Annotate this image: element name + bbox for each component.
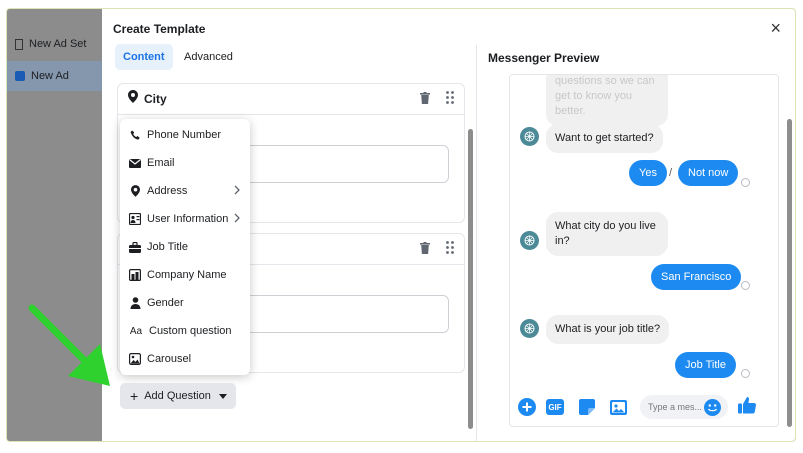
modal-title: Create Template <box>113 22 206 36</box>
briefcase-icon <box>129 241 141 253</box>
page-avatar-icon <box>520 319 539 338</box>
add-question-button[interactable]: + Add Question <box>120 383 236 409</box>
message-text: get to know you <box>555 90 633 102</box>
sidebar-item-label: New Ad <box>31 70 69 82</box>
person-icon <box>129 297 141 309</box>
menu-item-label: Gender <box>147 297 184 309</box>
user-info-icon <box>129 213 141 225</box>
content-scrollbar[interactable] <box>468 129 473 429</box>
quick-reply-not-now[interactable]: Not now <box>678 160 739 186</box>
message-text: better. <box>555 105 586 117</box>
ad-set-icon <box>15 38 23 50</box>
tab-advanced[interactable]: Advanced <box>176 44 241 70</box>
reply-separator: / <box>669 167 673 179</box>
page-avatar-icon <box>520 127 539 146</box>
sticker-icon[interactable] <box>578 398 596 416</box>
emoji-icon[interactable] <box>703 398 721 416</box>
message-bubble-incoming: What is your job title? <box>546 315 670 344</box>
gif-icon[interactable]: GIF <box>546 399 564 415</box>
menu-item-label: Job Title <box>147 241 188 253</box>
menu-item-address[interactable]: Address <box>120 180 250 202</box>
thumbs-up-icon[interactable] <box>738 396 756 414</box>
messenger-preview-panel: questions so we can get to know you bett… <box>509 74 779 427</box>
ad-icon <box>15 71 25 81</box>
page-avatar-icon <box>520 231 539 250</box>
menu-item-label: Phone Number <box>147 129 221 141</box>
drag-handle-icon[interactable] <box>446 91 454 109</box>
menu-item-carousel[interactable]: Carousel <box>120 348 250 370</box>
menu-item-label: Address <box>147 185 188 197</box>
plus-icon: + <box>130 388 139 404</box>
chevron-right-icon <box>234 185 240 198</box>
chevron-right-icon <box>234 213 240 226</box>
sidebar-item-label: New Ad Set <box>29 38 87 50</box>
photo-icon[interactable] <box>609 398 627 416</box>
question-answer-field[interactable] <box>231 145 449 183</box>
sidebar-item-new-ad-set[interactable]: New Ad Set <box>7 29 102 59</box>
message-bubble-incoming: What city do you live in? <box>546 212 668 256</box>
close-button[interactable]: × <box>770 19 781 37</box>
location-pin-icon <box>129 185 141 197</box>
message-text: questions so we can <box>555 75 655 87</box>
add-question-label: Add Question <box>144 390 211 402</box>
menu-item-label: Carousel <box>147 353 192 365</box>
message-bubble-faded: questions so we can get to know you bett… <box>546 75 668 126</box>
menu-item-email[interactable]: Email <box>120 152 250 174</box>
message-bubble-outgoing: Job Title <box>675 352 736 378</box>
menu-item-phone-number[interactable]: Phone Number <box>120 124 250 146</box>
preview-scrollbar[interactable] <box>787 119 792 427</box>
panel-divider <box>476 45 477 441</box>
menu-item-gender[interactable]: Gender <box>120 292 250 314</box>
seen-indicator-icon <box>741 178 750 187</box>
message-bubble-incoming: Want to get started? <box>546 124 663 153</box>
menu-item-label: Custom question <box>149 325 232 337</box>
menu-item-label: User Information <box>147 213 229 225</box>
quick-reply-yes[interactable]: Yes <box>629 160 667 186</box>
drag-handle-icon[interactable] <box>446 241 454 259</box>
location-pin-icon <box>128 90 138 108</box>
menu-item-user-information[interactable]: User Information <box>120 208 250 230</box>
question-title: City <box>144 92 167 106</box>
phone-icon <box>129 129 141 141</box>
caret-down-icon <box>218 390 227 402</box>
message-bubble-outgoing: San Francisco <box>651 264 742 290</box>
green-arrow-annotation <box>28 304 110 386</box>
seen-indicator-icon <box>741 281 750 290</box>
screen-frame: New Ad Set New Ad Create Template × Cont… <box>6 8 796 442</box>
add-circle-icon[interactable] <box>518 398 536 416</box>
menu-item-job-title[interactable]: Job Title <box>120 236 250 258</box>
building-icon <box>129 269 141 281</box>
tab-content[interactable]: Content <box>115 44 173 70</box>
email-icon <box>129 157 141 169</box>
question-answer-field[interactable] <box>231 295 449 333</box>
sidebar-item-new-ad[interactable]: New Ad <box>7 61 102 91</box>
create-template-modal: Create Template × Content Advanced City <box>102 9 795 441</box>
menu-item-label: Company Name <box>147 269 227 281</box>
seen-indicator-icon <box>741 369 750 378</box>
menu-item-custom-question[interactable]: Aa Custom question <box>120 320 250 342</box>
menu-item-label: Email <box>147 157 175 169</box>
question-header: City <box>118 84 464 115</box>
messenger-preview-title: Messenger Preview <box>488 51 600 65</box>
carousel-icon <box>129 353 141 365</box>
text-icon: Aa <box>129 325 143 337</box>
menu-item-company-name[interactable]: Company Name <box>120 264 250 286</box>
trash-icon[interactable] <box>420 91 430 109</box>
message-composer: GIF Type a mes... <box>510 390 778 426</box>
question-type-menu: Phone Number Email Address User Informat… <box>120 119 250 375</box>
trash-icon[interactable] <box>420 241 430 259</box>
